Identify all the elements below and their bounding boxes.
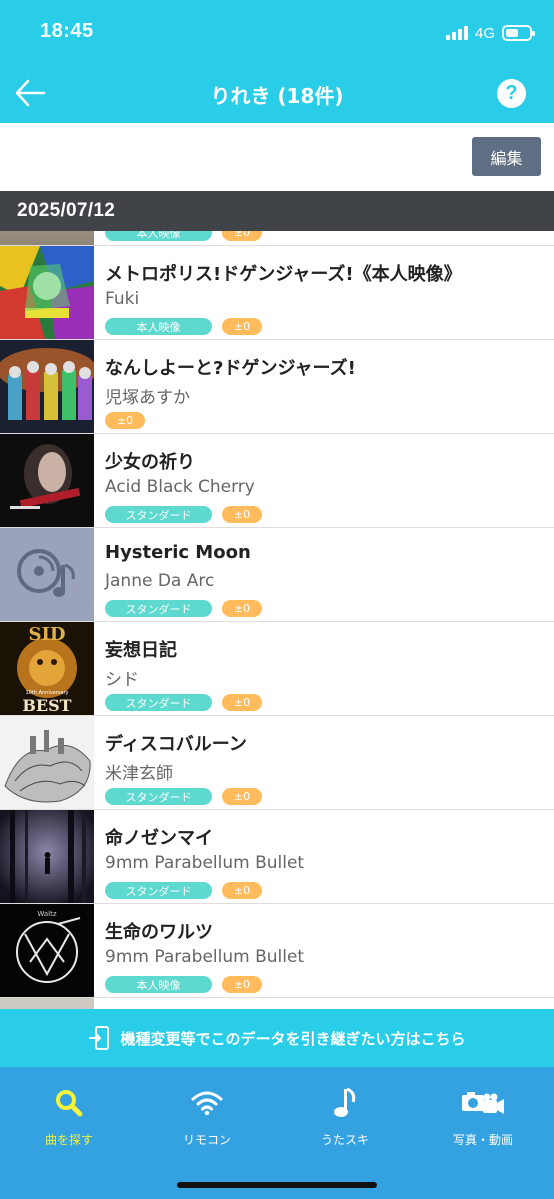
sid-logo: SID — [28, 624, 65, 645]
app-header: 18:45 4G りれき (18件) ? — [0, 0, 554, 123]
tag-type: スタンダード — [105, 788, 212, 805]
network-type: 4G — [474, 24, 495, 42]
artist-name: 児塚あすか — [105, 388, 190, 408]
tag-score: ±0 — [222, 882, 262, 899]
history-list[interactable]: 本人映像 ±0 メトロポリス!ドゲンジャーズ!《本人映像》 Fuki 本人映像 … — [0, 231, 554, 1009]
nav-bar: りれき (18件) ? — [0, 62, 554, 123]
tab-label: リモコン — [182, 1133, 231, 1147]
song-title: 命ノゼンマイ — [105, 828, 213, 849]
toolbar: 編集 — [0, 123, 554, 191]
transfer-text: 機種変更等でこのデータを引き継ぎたい方はこちら — [120, 1029, 466, 1048]
song-title: メトロポリス!ドゲンジャーズ!《本人映像》 — [105, 264, 462, 285]
music-disc-icon — [17, 548, 75, 597]
album-thumbnail — [0, 998, 94, 1009]
tag-score: ±0 — [222, 694, 262, 711]
tag-type: 本人映像 — [105, 231, 212, 241]
album-thumbnail: SID 10th Anniversary BEST — [0, 622, 94, 715]
row-tags: スタンダード ±0 — [105, 694, 262, 711]
status-indicators: 4G — [445, 22, 535, 44]
tab-utasuki[interactable]: うたスキ — [276, 1085, 414, 1151]
history-row[interactable]: ディスコバルーン 米津玄師 スタンダード ±0 — [0, 716, 554, 810]
row-tags: 本人映像 ±0 — [105, 231, 262, 241]
song-title: なんしよーと?ドゲンジャーズ! — [105, 358, 356, 379]
music-note-icon — [334, 1087, 356, 1117]
tag-type: 本人映像 — [105, 976, 212, 993]
tag-type: 本人映像 — [105, 318, 212, 335]
status-time: 18:45 — [40, 20, 94, 42]
tag-type: スタンダード — [105, 882, 212, 899]
artist-name: 米津玄師 — [105, 764, 173, 784]
tag-score: ±0 — [222, 318, 262, 335]
history-row[interactable]: 命ノゼンマイ 9mm Parabellum Bullet スタンダード ±0 — [0, 810, 554, 904]
waltz-title: Waltz — [37, 910, 56, 918]
album-thumbnail — [0, 231, 94, 245]
status-bar: 18:45 4G — [0, 0, 554, 62]
row-tags: ±0 — [105, 412, 145, 429]
album-thumbnail — [0, 716, 94, 809]
date-label: 2025/07/12 — [17, 200, 116, 221]
tag-type: スタンダード — [105, 600, 212, 617]
row-tags: 本人映像 ±0 — [105, 976, 262, 993]
album-thumbnail: Waltz — [0, 904, 94, 997]
artist-name: シド — [105, 670, 139, 690]
history-row-partial[interactable]: 本人映像 ±0 — [0, 231, 554, 246]
history-row[interactable]: メトロポリス!ドゲンジャーズ!《本人映像》 Fuki 本人映像 ±0 — [0, 246, 554, 340]
battery-icon — [502, 25, 535, 41]
tag-score: ±0 — [222, 788, 262, 805]
tag-score: ±0 — [222, 231, 262, 241]
home-indicator — [177, 1182, 377, 1188]
bottom-tab-bar: 曲を探す リモコン うたスキ 写真・動画 — [0, 1067, 554, 1199]
row-tags: スタンダード ±0 — [105, 882, 262, 899]
album-thumbnail — [0, 810, 94, 903]
edit-button[interactable]: 編集 — [472, 137, 541, 176]
tab-remote[interactable]: リモコン — [138, 1085, 276, 1151]
camera-video-icon — [462, 1092, 504, 1114]
history-row[interactable]: Waltz 生命のワルツ 9mm Parabellum Bullet 本人映像 … — [0, 904, 554, 998]
sid-best: BEST — [22, 696, 71, 715]
tab-label: うたスキ — [320, 1133, 369, 1147]
history-row-partial[interactable] — [0, 998, 554, 1009]
help-button[interactable]: ? — [497, 79, 526, 108]
tag-score: ±0 — [222, 976, 262, 993]
history-row[interactable]: 少女の祈り Acid Black Cherry スタンダード ±0 — [0, 434, 554, 528]
history-row[interactable]: Hysteric Moon Janne Da Arc スタンダード ±0 — [0, 528, 554, 622]
tag-type: スタンダード — [105, 506, 212, 523]
row-tags: スタンダード ±0 — [105, 600, 262, 617]
tag-score: ±0 — [222, 506, 262, 523]
song-title: 少女の祈り — [105, 452, 195, 473]
data-transfer-banner[interactable]: 機種変更等でこのデータを引き継ぎたい方はこちら — [0, 1009, 554, 1067]
history-row[interactable]: なんしよーと?ドゲンジャーズ! 児塚あすか ±0 — [0, 340, 554, 434]
artist-name: Janne Da Arc — [105, 571, 215, 591]
tab-label: 写真・動画 — [452, 1133, 513, 1147]
row-tags: 本人映像 ±0 — [105, 318, 262, 335]
signal-icon — [445, 26, 468, 40]
album-thumbnail — [0, 246, 94, 339]
song-title: 生命のワルツ — [105, 922, 213, 943]
tab-photo-video[interactable]: 写真・動画 — [414, 1085, 552, 1151]
tab-label: 曲を探す — [44, 1133, 93, 1147]
song-title: 妄想日記 — [105, 640, 177, 661]
history-row[interactable]: SID 10th Anniversary BEST 妄想日記 シド スタンダード… — [0, 622, 554, 716]
phone-transfer-icon — [89, 1026, 110, 1050]
artist-name: 9mm Parabellum Bullet — [105, 853, 305, 873]
search-icon — [56, 1090, 83, 1117]
date-section-header: 2025/07/12 — [0, 191, 554, 231]
tab-search[interactable]: 曲を探す — [0, 1085, 138, 1151]
song-title: ディスコバルーン — [105, 734, 247, 755]
tag-score: ±0 — [105, 412, 145, 429]
row-tags: スタンダード ±0 — [105, 788, 262, 805]
artist-name: 9mm Parabellum Bullet — [105, 947, 305, 967]
wifi-icon — [191, 1091, 223, 1116]
tag-score: ±0 — [222, 600, 262, 617]
artist-name: Fuki — [105, 289, 140, 309]
album-thumbnail — [0, 340, 94, 433]
album-thumbnail — [0, 434, 94, 527]
song-title: Hysteric Moon — [105, 542, 251, 563]
page-title: りれき (18件) — [210, 84, 344, 108]
tag-type: スタンダード — [105, 694, 212, 711]
artist-name: Acid Black Cherry — [105, 477, 255, 497]
row-tags: スタンダード ±0 — [105, 506, 262, 523]
album-thumbnail — [0, 528, 94, 621]
